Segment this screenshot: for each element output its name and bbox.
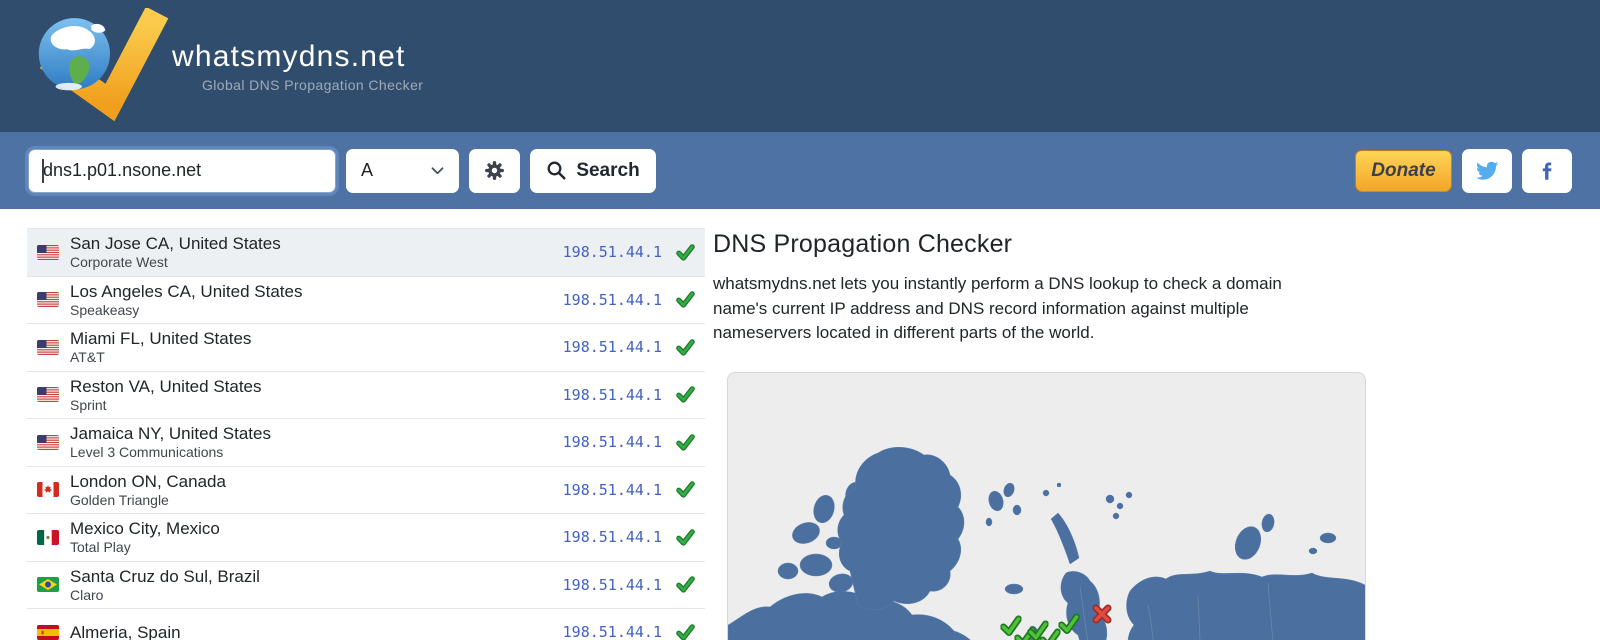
server-row[interactable]: London ON, Canada Golden Triangle 198.51… [27, 467, 705, 515]
server-info: Santa Cruz do Sul, Brazil Claro [70, 566, 563, 604]
server-provider: Claro [70, 587, 563, 604]
server-row[interactable]: Almeria, Spain 198.51.44.1 [27, 609, 705, 640]
brand-name: whatsmydns.net [172, 40, 423, 73]
search-icon [546, 160, 567, 181]
server-info: Miami FL, United States AT&T [70, 328, 563, 366]
server-provider: Sprint [70, 397, 563, 414]
server-row[interactable]: Mexico City, Mexico Total Play 198.51.44… [27, 514, 705, 562]
server-location: Miami FL, United States [70, 328, 563, 349]
status-ok-icon [676, 433, 695, 452]
server-info: London ON, Canada Golden Triangle [70, 471, 563, 509]
flag-ca-icon [37, 482, 59, 497]
server-info: Reston VA, United States Sprint [70, 376, 563, 414]
status-ok-icon [676, 290, 695, 309]
status-ok-icon [676, 338, 695, 357]
text-caret [42, 159, 44, 183]
map-marker-check-icon [1043, 632, 1058, 640]
flag-us-icon [37, 340, 59, 355]
server-location: London ON, Canada [70, 471, 563, 492]
server-info: San Jose CA, United States Corporate Wes… [70, 233, 563, 271]
server-info: Almeria, Spain [70, 622, 563, 640]
server-location: Los Angeles CA, United States [70, 281, 563, 302]
server-location: Jamaica NY, United States [70, 423, 563, 444]
server-info: Jamaica NY, United States Level 3 Commun… [70, 423, 563, 461]
donate-button[interactable]: Donate [1355, 150, 1452, 192]
server-provider: Corporate West [70, 254, 563, 271]
server-info: Los Angeles CA, United States Speakeasy [70, 281, 563, 319]
server-provider: Level 3 Communications [70, 444, 563, 461]
server-row[interactable]: San Jose CA, United States Corporate Wes… [27, 229, 705, 277]
server-location: Santa Cruz do Sul, Brazil [70, 566, 563, 587]
brand-tagline: Global DNS Propagation Checker [202, 77, 423, 93]
server-info: Mexico City, Mexico Total Play [70, 518, 563, 556]
server-location: Mexico City, Mexico [70, 518, 563, 539]
whatsmydns-page: whatsmydns.net Global DNS Propagation Ch… [0, 0, 1600, 640]
site-header: whatsmydns.net Global DNS Propagation Ch… [0, 0, 1600, 132]
info-column: DNS Propagation Checker whatsmydns.net l… [713, 228, 1381, 640]
chevron-down-icon [431, 167, 444, 175]
record-type-select[interactable]: A [346, 149, 459, 193]
server-row[interactable]: Miami FL, United States AT&T 198.51.44.1 [27, 324, 705, 372]
status-ok-icon [676, 528, 695, 547]
server-location: Almeria, Spain [70, 622, 563, 640]
server-provider: Speakeasy [70, 302, 563, 319]
server-location: Reston VA, United States [70, 376, 563, 397]
dns-result-ip[interactable]: 198.51.44.1 [563, 528, 662, 546]
twitter-button[interactable] [1462, 149, 1512, 193]
search-button[interactable]: Search [530, 149, 656, 193]
world-map-card [727, 372, 1366, 640]
flag-us-icon [37, 292, 59, 307]
dns-result-ip[interactable]: 198.51.44.1 [563, 576, 662, 594]
globe-checkmark-icon [20, 8, 170, 122]
gear-icon [482, 158, 507, 183]
main-content: San Jose CA, United States Corporate Wes… [0, 209, 1600, 640]
dns-result-ip[interactable]: 198.51.44.1 [563, 623, 662, 640]
status-ok-icon [676, 623, 695, 640]
dns-result-ip[interactable]: 198.51.44.1 [563, 433, 662, 451]
flag-us-icon [37, 387, 59, 402]
search-button-label: Search [576, 160, 639, 182]
dns-result-ip[interactable]: 198.51.44.1 [563, 243, 662, 261]
flag-br-icon [37, 577, 59, 592]
server-row[interactable]: Jamaica NY, United States Level 3 Commun… [27, 419, 705, 467]
site-logo [20, 8, 170, 127]
map-landmasses [728, 447, 1365, 640]
search-field-wrap [28, 149, 336, 193]
status-ok-icon [676, 575, 695, 594]
page-description: whatsmydns.net lets you instantly perfor… [713, 272, 1381, 346]
flag-us-icon [37, 435, 59, 450]
dns-result-ip[interactable]: 198.51.44.1 [563, 338, 662, 356]
map-marker-x-icon [1096, 608, 1108, 620]
status-ok-icon [676, 385, 695, 404]
dns-result-ip[interactable]: 198.51.44.1 [563, 481, 662, 499]
server-list: San Jose CA, United States Corporate Wes… [27, 228, 705, 640]
world-map [728, 373, 1365, 640]
search-input[interactable] [28, 149, 336, 193]
server-provider: AT&T [70, 349, 563, 366]
server-row[interactable]: Santa Cruz do Sul, Brazil Claro 198.51.4… [27, 562, 705, 610]
flag-es-icon [37, 625, 59, 640]
record-type-value: A [361, 160, 373, 181]
server-row[interactable]: Los Angeles CA, United States Speakeasy … [27, 277, 705, 325]
twitter-icon [1475, 159, 1499, 183]
server-row[interactable]: Reston VA, United States Sprint 198.51.4… [27, 372, 705, 420]
server-provider: Golden Triangle [70, 492, 563, 509]
options-button[interactable] [469, 149, 520, 193]
server-location: San Jose CA, United States [70, 233, 563, 254]
status-ok-icon [676, 480, 695, 499]
flag-mx-icon [37, 530, 59, 545]
dns-result-ip[interactable]: 198.51.44.1 [563, 386, 662, 404]
server-provider: Total Play [70, 539, 563, 556]
brand-block[interactable]: whatsmydns.net Global DNS Propagation Ch… [172, 40, 423, 93]
dns-result-ip[interactable]: 198.51.44.1 [563, 291, 662, 309]
status-ok-icon [676, 243, 695, 262]
page-title: DNS Propagation Checker [713, 230, 1381, 259]
search-toolbar: A Search [0, 132, 1600, 209]
map-marker-check-icon [1004, 619, 1019, 633]
facebook-icon [1536, 160, 1558, 182]
flag-us-icon [37, 245, 59, 260]
facebook-button[interactable] [1522, 149, 1572, 193]
